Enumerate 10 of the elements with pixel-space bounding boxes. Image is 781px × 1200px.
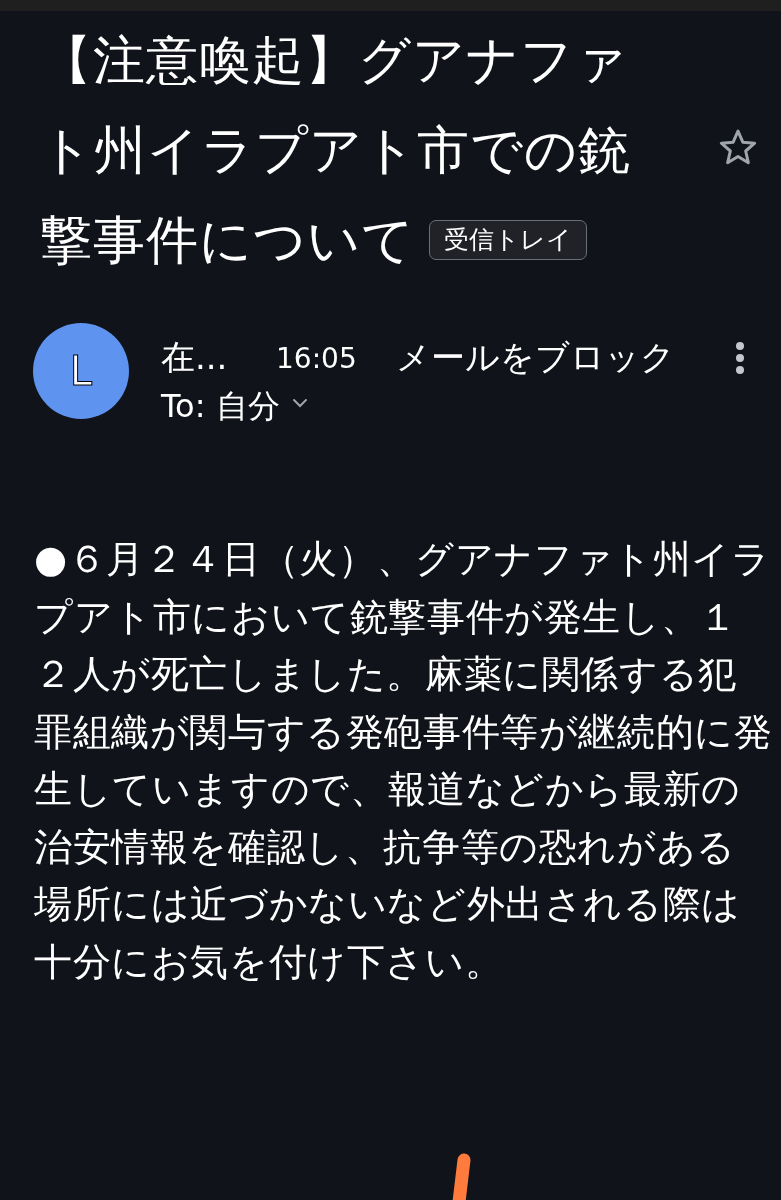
sent-time: 16:05	[276, 341, 358, 375]
sender-name: 在...	[161, 336, 229, 379]
inbox-label[interactable]: 受信トレイ	[429, 220, 587, 260]
more-options-icon[interactable]	[735, 341, 745, 375]
block-sender-link[interactable]: メールをブロック	[396, 335, 675, 381]
recipient-text: To: 自分	[161, 386, 280, 427]
star-icon[interactable]	[718, 127, 758, 167]
chevron-down-icon[interactable]	[291, 398, 308, 408]
email-body: ●６月２４日（火）、グアナファト州イラプアト市において銃撃事件が発生し、１２人が死亡しました。麻薬に関係する犯罪組織が関与する発砲事件等が継続的に発生していますので、報道などから最新の治安情報を確認し、抗争等の恐れがある場所には近づかないなど外出される際は十分にお気を付け下さい。	[34, 536, 774, 986]
email-subject: 【注意喚起】グアナファト州イラプアト市での銃撃事件について 受信トレイ	[40, 29, 632, 272]
